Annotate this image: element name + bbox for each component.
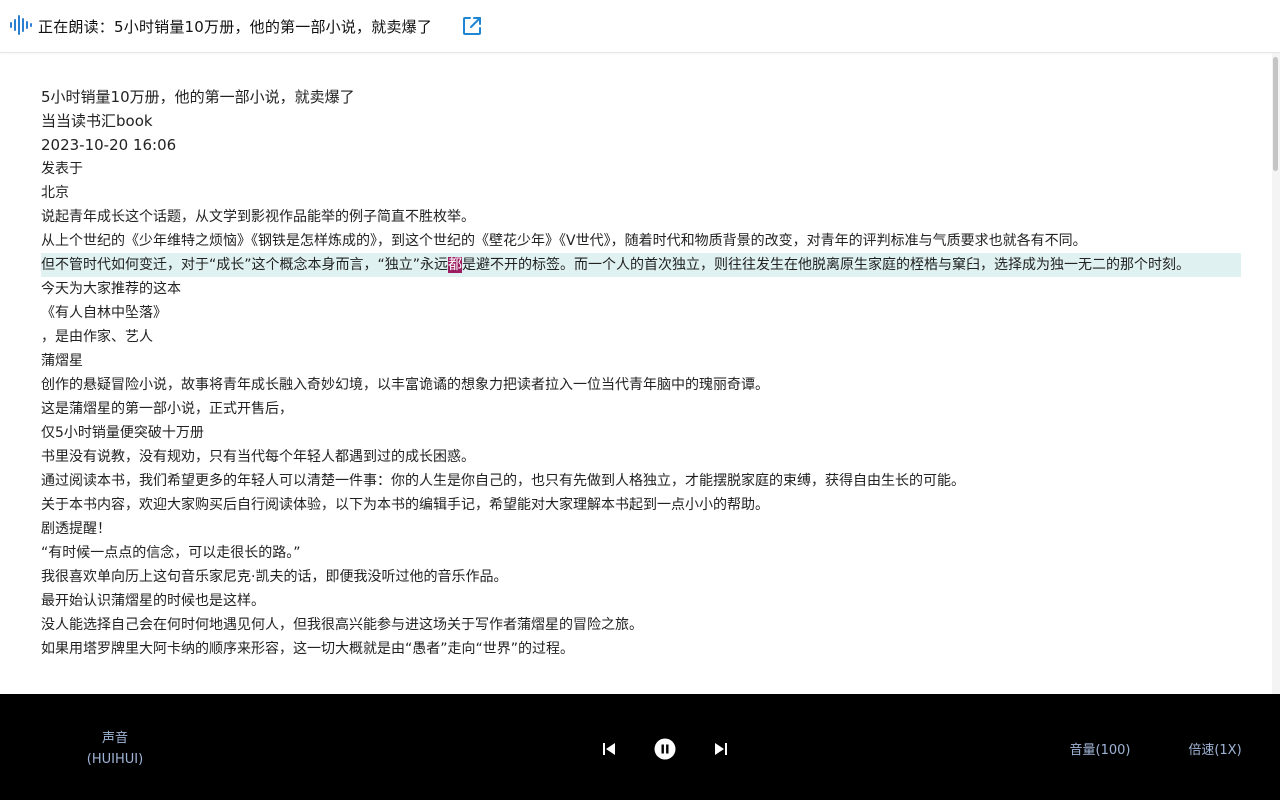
article-paragraph: 《有人自林中坠落》 — [41, 305, 167, 321]
article-paragraph: 通过阅读本书，我们希望更多的年轻人可以清楚一件事：你的人生是你自己的，也只有先做… — [41, 473, 965, 489]
article-content: 5小时销量10万册，他的第一部小说，就卖爆了 当当读书汇book 2023-10… — [0, 53, 1272, 694]
article-paragraph: “有时候一点点的信念，可以走很长的路。” — [41, 545, 301, 561]
skip-previous-icon[interactable] — [600, 740, 618, 758]
article-paragraph: 没人能选择自己会在何时何地遇见何人，但我很高兴能参与进这场关于写作者蒲熠星的冒险… — [41, 617, 643, 633]
vertical-scrollbar[interactable] — [1272, 53, 1280, 694]
voice-label[interactable]: 声音 — [70, 727, 160, 746]
article-paragraph: 北京 — [41, 185, 69, 201]
now-reading-prefix: 正在朗读： — [38, 18, 115, 36]
article-paragraph: 最开始认识蒲熠星的时候也是这样。 — [41, 593, 265, 609]
article-paragraph: 关于本书内容，欢迎大家购买后自行阅读体验，以下为本书的编辑手记，希望能对大家理解… — [41, 497, 769, 513]
article-paragraph: 今天为大家推荐的这本 — [41, 281, 181, 297]
article-paragraph: 仅5小时销量便突破十万册 — [41, 425, 204, 441]
current-word: 都 — [448, 257, 463, 273]
audio-wave-icon — [10, 15, 32, 35]
highlighted-paragraph: 但不管时代如何变迁，对于“成长”这个概念本身而言，“独立”永远都是避不开的标签。… — [41, 253, 1241, 277]
article-paragraph: 说起青年成长这个话题，从文学到影视作品能举的例子简直不胜枚举。 — [41, 209, 475, 225]
article-paragraph: 书里没有说教，没有规劝，只有当代每个年轻人都遇到过的成长困惑。 — [41, 449, 475, 465]
voice-name[interactable]: (HUIHUI) — [70, 752, 160, 767]
now-reading-article: 5小时销量10万册，他的第一部小说，就卖爆了 — [114, 18, 433, 36]
article-paragraph: 创作的悬疑冒险小说，故事将青年成长融入奇妙幻境，以丰富诡谲的想象力把读者拉入一位… — [41, 377, 769, 393]
volume-button[interactable]: 音量(100) — [1064, 739, 1136, 758]
article-paragraph: ，是由作家、艺人 — [41, 329, 153, 345]
article-paragraph: 如果用塔罗牌里大阿卡纳的顺序来形容，这一切大概就是由“愚者”走向“世界”的过程。 — [41, 641, 575, 657]
tts-player-bar: 声音 (HUIHUI) 音量(100) 倍速(1X) — [0, 694, 1280, 800]
now-reading-title: 正在朗读：5小时销量10万册，他的第一部小说，就卖爆了 — [38, 16, 432, 37]
open-external-icon[interactable] — [461, 15, 483, 37]
article-paragraph: 这是蒲熠星的第一部小说，正式开售后， — [41, 401, 293, 417]
article-paragraphs: 5小时销量10万册，他的第一部小说，就卖爆了 当当读书汇book 2023-10… — [41, 85, 1241, 661]
highlight-before: 但不管时代如何变迁，对于“成长”这个概念本身而言，“独立”永远 — [41, 257, 449, 273]
article-paragraph: 蒲熠星 — [41, 353, 83, 369]
article-date: 2023-10-20 16:06 — [41, 136, 177, 154]
article-paragraph: 剧透提醒！ — [41, 521, 111, 537]
pause-icon[interactable] — [654, 738, 676, 760]
speed-button[interactable]: 倍速(1X) — [1182, 739, 1248, 758]
article-source: 当当读书汇book — [41, 112, 153, 130]
highlight-after: 是避不开的标签。而一个人的首次独立，则往往发生在他脱离原生家庭的桎梏与窠臼，选择… — [462, 257, 1191, 273]
scrollbar-thumb[interactable] — [1273, 57, 1278, 171]
article-paragraph: 从上个世纪的《少年维特之烦恼》《钢铁是怎样炼成的》，到这个世纪的《壁花少年》《V… — [41, 233, 1087, 249]
skip-next-icon[interactable] — [712, 740, 730, 758]
article-paragraph: 发表于 — [41, 161, 83, 177]
reading-header: 正在朗读：5小时销量10万册，他的第一部小说，就卖爆了 — [0, 0, 1280, 53]
article-title: 5小时销量10万册，他的第一部小说，就卖爆了 — [41, 88, 355, 106]
article-paragraph: 我很喜欢单向历上这句音乐家尼克·凯夫的话，即便我没听过他的音乐作品。 — [41, 569, 508, 585]
